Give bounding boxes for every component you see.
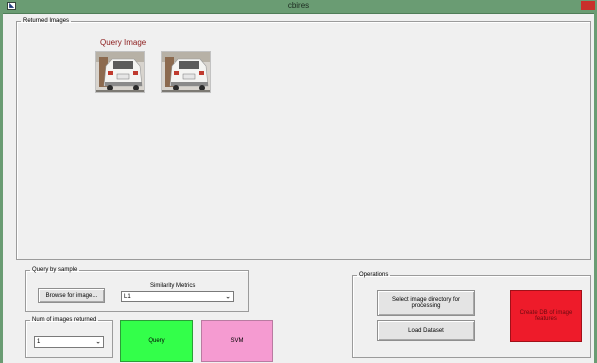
- num-images-select[interactable]: 1 ⌄: [34, 336, 104, 348]
- load-dataset-button[interactable]: Load Dataset: [377, 320, 475, 341]
- similarity-metrics-select[interactable]: L1 ⌄: [121, 291, 234, 302]
- chevron-down-icon: ⌄: [95, 338, 101, 346]
- similarity-metrics-value: L1: [124, 293, 131, 300]
- returned-image-thumbnail[interactable]: [161, 51, 211, 93]
- query-by-sample-legend: Query by sample: [32, 267, 78, 273]
- close-button[interactable]: [581, 1, 595, 10]
- query-button[interactable]: Query: [120, 320, 193, 362]
- query-image-label: Query Image: [100, 38, 147, 47]
- title-bar: ◣ cbires: [0, 0, 597, 14]
- car-photo-icon: [162, 52, 210, 92]
- select-image-directory-button[interactable]: Select image directory for processing: [377, 290, 475, 316]
- car-photo-icon: [96, 52, 144, 92]
- num-images-legend: Num of images returned: [32, 317, 97, 323]
- chevron-down-icon: ⌄: [225, 293, 231, 300]
- window-frame-left: [0, 13, 3, 363]
- similarity-metrics-label: Similarity Metrics: [150, 283, 196, 289]
- svm-button[interactable]: SVM: [201, 320, 273, 362]
- operations-legend: Operations: [359, 272, 389, 278]
- num-images-value: 1: [37, 339, 41, 345]
- browse-image-button[interactable]: Browse for image...: [38, 288, 105, 303]
- query-image-thumbnail[interactable]: [95, 51, 145, 93]
- window-title: cbires: [287, 1, 310, 10]
- returned-images-legend: Returned Images: [23, 18, 70, 24]
- create-db-features-button[interactable]: Create DB of image features: [510, 290, 582, 342]
